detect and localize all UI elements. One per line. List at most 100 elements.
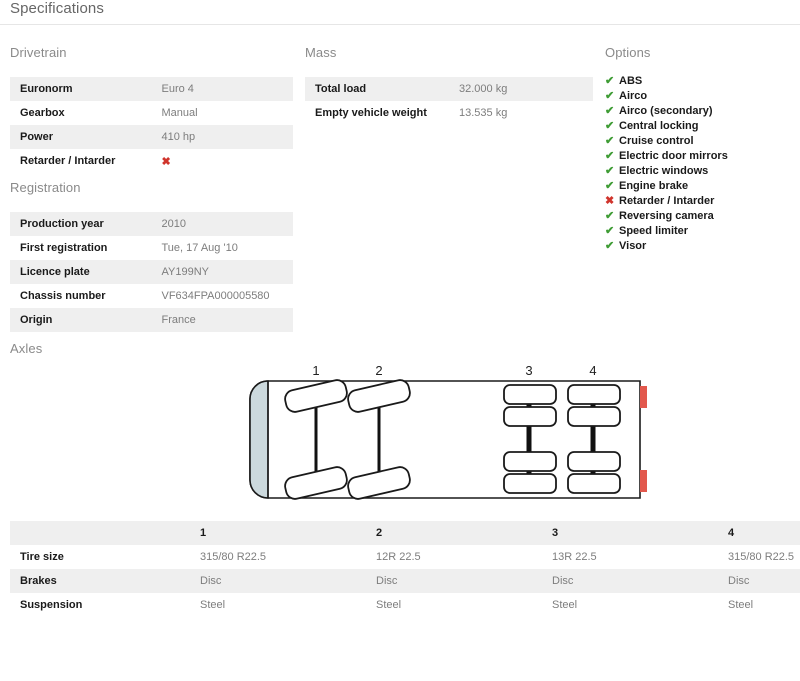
options-list: ✔ ABS ✔ Airco ✔ Airco (secondary) ✔ Central loc… xyxy=(605,74,795,254)
axle-column-header: 2 xyxy=(376,527,383,539)
options-heading: Options xyxy=(605,45,651,60)
registration-heading: Registration xyxy=(10,180,81,195)
option-item: ✔ Airco xyxy=(605,89,795,104)
axle-column-header: 1 xyxy=(200,527,207,539)
wheel-axle4-right-outer xyxy=(567,473,621,494)
axle-column-header: 4 xyxy=(728,527,735,539)
axle-cell: Steel xyxy=(552,599,578,611)
option-label: Electric windows xyxy=(619,165,709,177)
check-icon: ✔ xyxy=(605,75,615,87)
registration-table: Production year 2010 First registration Tue… xyxy=(10,212,293,332)
check-icon: ✔ xyxy=(605,180,615,192)
option-item: ✔ Airco (secondary) xyxy=(605,104,795,119)
axle-cell: Steel xyxy=(376,599,402,611)
wheel-axle3-left-outer xyxy=(503,384,557,405)
axle-number-label-2: 2 xyxy=(375,363,382,378)
mass-table-body: Total load 32.000 kg Empty vehicle weight 1… xyxy=(305,77,593,125)
axle-cell: 315/80 R22.5 xyxy=(728,551,795,563)
registration-row: Origin France xyxy=(10,308,293,332)
axle-cell: Disc xyxy=(200,575,222,587)
registration-row: Production year 2010 xyxy=(10,212,293,236)
option-label: Reversing camera xyxy=(619,210,714,222)
option-item: ✔ Engine brake xyxy=(605,179,795,194)
registration-value: 2010 xyxy=(161,218,186,230)
axle-cell: Steel xyxy=(200,599,226,611)
check-icon: ✔ xyxy=(605,105,615,117)
taillight-upper xyxy=(640,386,647,408)
specifications-page: Specifications Drivetrain Euronorm Euro 4… xyxy=(0,0,800,681)
page-header: Specifications xyxy=(0,0,800,25)
registration-row: Chassis number VF634FPA000005580 xyxy=(10,284,293,308)
check-icon: ✔ xyxy=(605,210,615,222)
mass-label: Empty vehicle weight xyxy=(315,107,427,119)
axle-table-row: Tire size 315/80 R22.5 12R 22.5 13R 22.5 315… xyxy=(10,545,800,569)
drivetrain-section: Drivetrain Euronorm Euro 4 Gearbox Manual Po… xyxy=(10,45,293,173)
axle-row-label: Brakes xyxy=(20,575,57,587)
axle-number-label-3: 3 xyxy=(525,363,532,378)
drivetrain-value: Manual xyxy=(161,107,198,119)
check-icon: ✔ xyxy=(605,135,615,147)
mass-value: 13.535 kg xyxy=(459,107,508,119)
mass-table: Total load 32.000 kg Empty vehicle weight 1… xyxy=(305,77,593,125)
wheel-axle4-right-inner xyxy=(567,451,621,472)
option-label: Electric door mirrors xyxy=(619,150,728,162)
mass-label: Total load xyxy=(315,83,367,95)
cross-icon: ✖ xyxy=(605,195,615,207)
drivetrain-label: Euronorm xyxy=(20,83,73,95)
mass-section: Mass Total load 32.000 kg Empty vehicle we… xyxy=(305,45,593,125)
axle-cell: Disc xyxy=(552,575,574,587)
windshield-shape xyxy=(249,380,269,499)
registration-label: Origin xyxy=(20,314,53,326)
options-section: Options ✔ ABS ✔ Airco ✔ Airco (secondary) ✔ Cen… xyxy=(605,45,795,254)
axle-column-header: 3 xyxy=(552,527,559,539)
axle-table-head: 1 2 3 4 xyxy=(10,521,800,545)
option-label: Airco (secondary) xyxy=(619,105,713,117)
registration-label: Production year xyxy=(20,218,104,230)
check-icon: ✔ xyxy=(605,225,615,237)
axle-cell: Disc xyxy=(376,575,398,587)
registration-row: First registration Tue, 17 Aug '10 xyxy=(10,236,293,260)
mass-row: Empty vehicle weight 13.535 kg xyxy=(305,101,593,125)
cross-icon-glyph: ✖ xyxy=(161,155,171,168)
drivetrain-table-body: Euronorm Euro 4 Gearbox Manual Power 410 hp Re… xyxy=(10,77,293,173)
axle-table-header-row: 1 2 3 4 xyxy=(10,521,800,545)
registration-value: Tue, 17 Aug '10 xyxy=(161,242,238,254)
axle-cell: 315/80 R22.5 xyxy=(200,551,267,563)
registration-value: AY199NY xyxy=(161,266,210,278)
wheel-axle3-left-inner xyxy=(503,406,557,427)
drivetrain-label: Retarder / Intarder xyxy=(20,155,116,167)
registration-label: Chassis number xyxy=(20,290,106,302)
wheel-axle3-right-inner xyxy=(503,451,557,472)
axle-diagram: 1 2 3 4 xyxy=(240,358,660,513)
page-title: Specifications xyxy=(10,0,104,17)
option-label: Speed limiter xyxy=(619,225,689,237)
wheel-axle4-left-outer xyxy=(567,384,621,405)
drivetrain-row: Retarder / Intarder ✖ xyxy=(10,149,293,173)
axles-heading: Axles xyxy=(10,341,43,356)
cross-icon: ✖ xyxy=(152,149,294,173)
axle-cell: 13R 22.5 xyxy=(552,551,597,563)
check-icon: ✔ xyxy=(605,165,615,177)
registration-value: France xyxy=(161,314,196,326)
axle-specs-table: 1 2 3 4 Tire size 315/80 R22.5 12R 22.5 13R 22… xyxy=(10,521,800,617)
option-item: ✔ Cruise control xyxy=(605,134,795,149)
registration-section: Registration Production year 2010 First re… xyxy=(10,180,293,332)
axle-row-label: Tire size xyxy=(20,551,64,563)
wheel-axle4-left-inner xyxy=(567,406,621,427)
registration-label: First registration xyxy=(20,242,108,254)
drivetrain-table: Euronorm Euro 4 Gearbox Manual Power 410 hp Re… xyxy=(10,77,293,173)
axle-specs-table-wrap: 1 2 3 4 Tire size 315/80 R22.5 12R 22.5 13R 22… xyxy=(10,521,800,617)
check-icon: ✔ xyxy=(605,150,615,162)
option-label: Retarder / Intarder xyxy=(619,195,715,207)
registration-label: Licence plate xyxy=(20,266,90,278)
axle-cell: Steel xyxy=(728,599,754,611)
axle-number-label-1: 1 xyxy=(312,363,319,378)
registration-value: VF634FPA000005580 xyxy=(161,290,270,302)
option-label: Visor xyxy=(619,240,647,252)
axle-cell: Disc xyxy=(728,575,750,587)
wheel-axle3-right-outer xyxy=(503,473,557,494)
axle-diagram-svg: 1 2 3 4 xyxy=(249,363,647,500)
axle-table-corner xyxy=(10,521,190,545)
drivetrain-row: Power 410 hp xyxy=(10,125,293,149)
taillight-lower xyxy=(640,470,647,492)
